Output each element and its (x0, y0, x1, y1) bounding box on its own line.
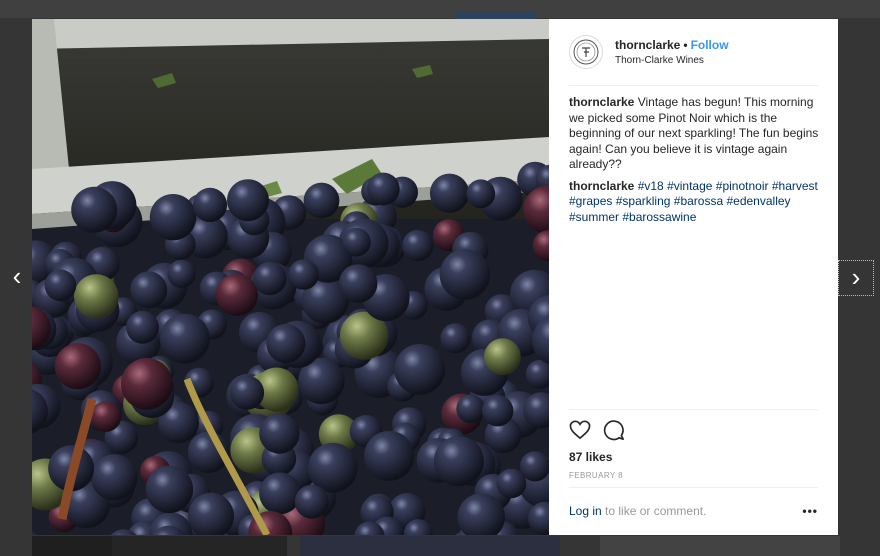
post-header: thornclarke • Follow Thorn-Clarke Wines (569, 19, 818, 86)
hashtag-link[interactable]: #barossawine (622, 210, 696, 224)
hashtag-link[interactable]: #pinotnoir (716, 179, 769, 193)
hashtag-link[interactable]: #sparkling (616, 194, 671, 208)
hashtag-link[interactable]: #harvest (772, 179, 818, 193)
hashtag-link[interactable]: #barossa (674, 194, 723, 208)
login-link[interactable]: Log in (569, 504, 602, 518)
hashtag-link[interactable]: #v18 (638, 179, 664, 193)
post-photo[interactable] (32, 19, 549, 535)
hashtag-comment: thornclarke #v18 #vintage #pinotnoir #ha… (569, 179, 820, 226)
hashtag-link[interactable]: #summer (569, 210, 619, 224)
post-sidebar: thornclarke • Follow Thorn-Clarke Wines th… (549, 19, 838, 535)
caption-comment: thornclarke Vintage has begun! This morn… (569, 95, 820, 173)
more-options-icon[interactable]: ••• (802, 504, 818, 518)
post-date: FEBRUARY 8 (569, 471, 623, 480)
next-post-button[interactable]: › (838, 260, 874, 296)
caption-username[interactable]: thornclarke (569, 95, 634, 109)
avatar[interactable] (569, 35, 603, 69)
action-bar (567, 417, 635, 443)
comments-list: thornclarke Vintage has begun! This morn… (569, 95, 820, 231)
thorn-clarke-logo (573, 39, 599, 65)
post-modal: thornclarke • Follow Thorn-Clarke Wines th… (32, 19, 838, 535)
divider (569, 487, 818, 488)
location-link[interactable]: Thorn-Clarke Wines (615, 55, 729, 66)
hashtag-link[interactable]: #vintage (667, 179, 712, 193)
follow-button[interactable]: Follow (691, 38, 729, 52)
hashtag-link[interactable]: #edenvalley (726, 194, 790, 208)
heart-icon[interactable] (567, 417, 593, 443)
previous-post-button[interactable]: ‹ (0, 260, 34, 294)
hashtag-username[interactable]: thornclarke (569, 179, 634, 193)
comment-icon[interactable] (601, 417, 627, 443)
hashtag-link[interactable]: #grapes (569, 194, 612, 208)
separator-dot: • (683, 38, 688, 52)
username-link[interactable]: thornclarke (615, 38, 680, 52)
likes-count[interactable]: 87 likes (569, 450, 612, 464)
login-prompt: Log in to like or comment. ••• (569, 504, 818, 518)
grapes-photo (32, 19, 549, 535)
divider (569, 409, 818, 410)
login-suffix: to like or comment. (601, 504, 707, 518)
